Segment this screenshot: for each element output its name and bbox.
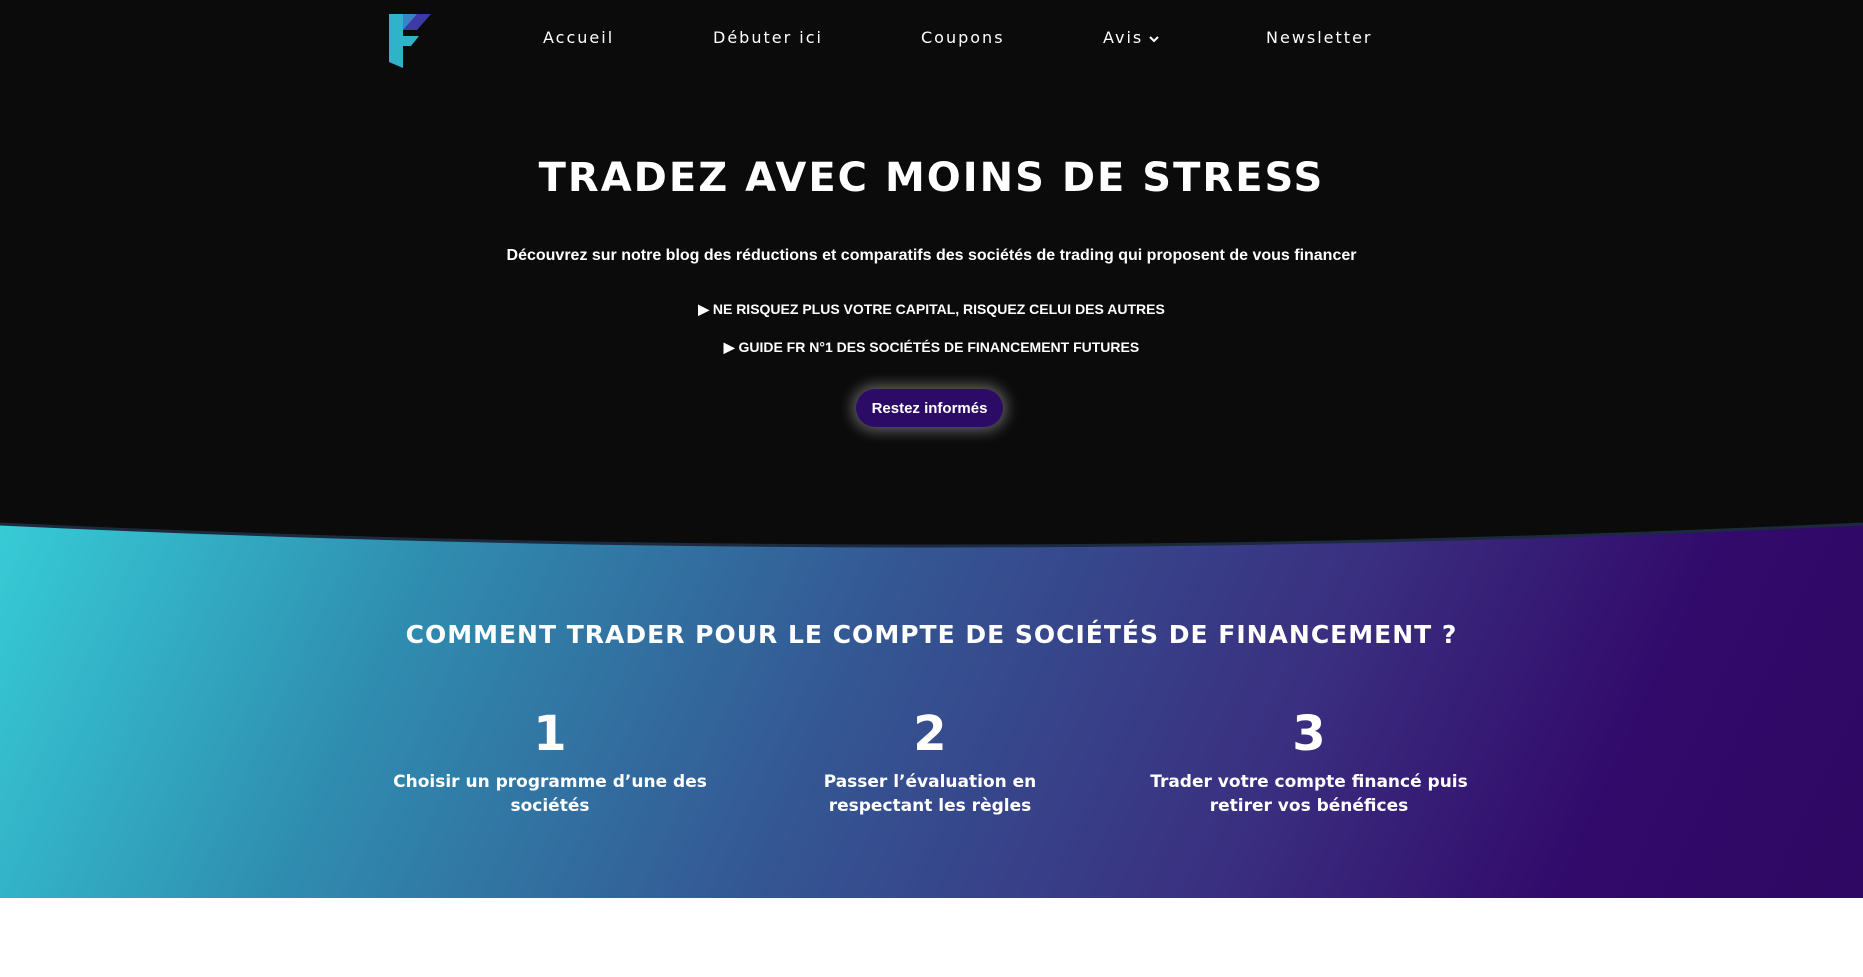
- main-navigation: Accueil Débuter ici Coupons Avis Newslet…: [0, 28, 1863, 52]
- step-text: Trader votre compte financé puis retirer…: [1150, 772, 1468, 816]
- step-number: 2: [913, 706, 947, 762]
- hero-bullet-capital: ▶ NE RISQUEZ PLUS VOTRE CAPITAL, RISQUEZ…: [698, 301, 1165, 317]
- nav-item-accueil[interactable]: Accueil: [543, 28, 614, 47]
- step-text: Choisir un programme d’une des sociétés: [393, 772, 707, 816]
- hero-title: TRADEZ AVEC MOINS DE STRESS: [538, 155, 1325, 201]
- step-text: Passer l’évaluation en respectant les rè…: [823, 772, 1037, 816]
- step-2: 2 Passer l’évaluation en respectant les …: [770, 706, 1090, 818]
- stay-informed-button[interactable]: Restez informés: [856, 389, 1003, 427]
- step-number: 1: [533, 706, 567, 762]
- step-3: 3 Trader votre compte financé puis retir…: [1149, 706, 1469, 818]
- step-1: 1 Choisir un programme d’une des société…: [390, 706, 710, 818]
- content-area-blank: [0, 898, 1863, 977]
- page: Accueil Débuter ici Coupons Avis Newslet…: [0, 0, 1863, 977]
- hero-section: [0, 0, 1863, 560]
- hero-bullet-guide: ▶ GUIDE FR N°1 DES SOCIÉTÉS DE FINANCEME…: [723, 339, 1140, 355]
- step-number: 3: [1292, 706, 1326, 762]
- nav-item-newsletter[interactable]: Newsletter: [1266, 28, 1373, 47]
- chevron-down-icon: [1149, 35, 1159, 42]
- nav-item-debuter-ici[interactable]: Débuter ici: [713, 28, 823, 47]
- hero-subtitle: Découvrez sur notre blog des réductions …: [506, 247, 1357, 264]
- nav-item-avis[interactable]: Avis: [1103, 28, 1159, 47]
- section-wave-divider: [0, 510, 1863, 548]
- nav-item-avis-label: Avis: [1103, 28, 1144, 47]
- nav-item-coupons[interactable]: Coupons: [921, 28, 1005, 47]
- steps-title: COMMENT TRADER POUR LE COMPTE DE SOCIÉTÉ…: [405, 620, 1458, 649]
